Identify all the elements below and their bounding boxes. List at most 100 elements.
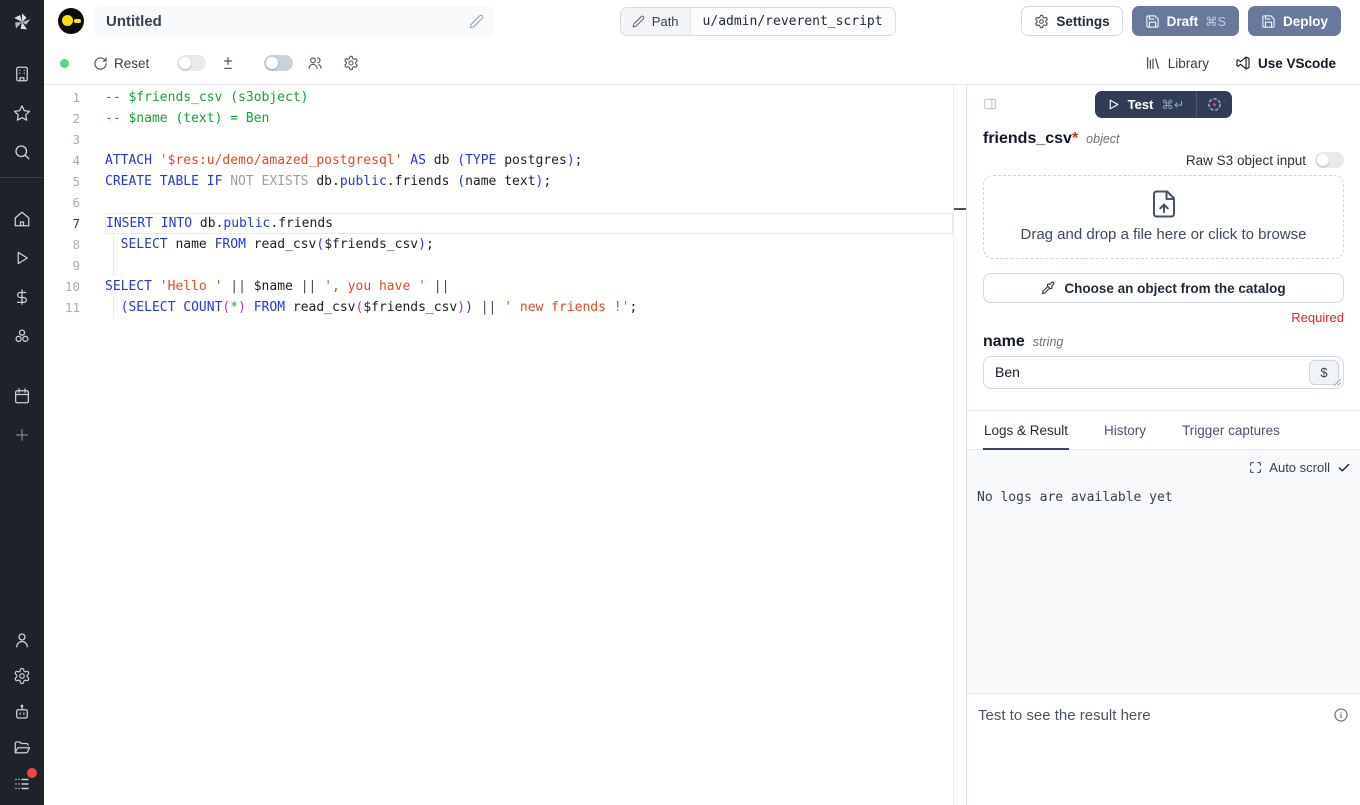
deploy-button[interactable]: Deploy — [1248, 6, 1341, 36]
code-line[interactable]: 6 — [44, 192, 966, 213]
tab-trigger-captures[interactable]: Trigger captures — [1181, 411, 1281, 450]
info-icon[interactable] — [1333, 707, 1349, 723]
resources-icon[interactable] — [13, 327, 31, 345]
tab-history[interactable]: History — [1103, 411, 1147, 450]
file-dropzone[interactable]: Drag and drop a file here or click to br… — [983, 175, 1344, 259]
raw-s3-toggle[interactable] — [1315, 152, 1344, 168]
refresh-icon — [93, 56, 108, 71]
left-sidebar — [0, 0, 44, 805]
variables-dollar-icon[interactable] — [13, 288, 31, 306]
topbar: Untitled Path u/admin/reverent_script — [44, 0, 1360, 42]
line-number: 10 — [44, 276, 80, 297]
create-plus-icon[interactable] — [13, 426, 31, 444]
save-icon — [1145, 14, 1160, 29]
line-number: 11 — [44, 297, 80, 318]
settings-gear-icon — [1034, 14, 1049, 29]
runs-play-icon[interactable] — [13, 249, 31, 267]
path-editor[interactable]: Path u/admin/reverent_script — [620, 7, 896, 36]
script-title: Untitled — [106, 13, 162, 30]
reset-button[interactable]: Reset — [93, 56, 149, 71]
line-number: 7 — [44, 213, 80, 234]
duckdb-language-icon — [58, 8, 84, 34]
code-line[interactable]: 4ATTACH '$res:u/demo/amazed_postgresql' … — [44, 150, 966, 171]
code-line[interactable]: 9 — [44, 255, 966, 276]
path-label-chip[interactable]: Path — [621, 8, 691, 35]
code-line[interactable]: 2-- $name (text) = Ben — [44, 108, 966, 129]
test-shortcut: ⌘↵ — [1161, 97, 1184, 112]
code-line[interactable]: 5CREATE TABLE IF NOT EXISTS db.public.fr… — [44, 171, 966, 192]
workspace-icon[interactable] — [13, 65, 31, 83]
test-button[interactable]: Test ⌘↵ — [1095, 91, 1233, 118]
code-line[interactable]: 8 SELECT name FROM read_csv($friends_csv… — [44, 234, 966, 255]
draft-shortcut: ⌘S — [1205, 14, 1226, 29]
line-number: 8 — [44, 234, 80, 255]
logs-empty-message: No logs are available yet — [967, 475, 1360, 520]
schedules-calendar-icon[interactable] — [13, 387, 31, 405]
search-icon[interactable] — [13, 143, 31, 161]
logs-panel: Auto scroll No logs are available yet — [967, 450, 1360, 693]
line-number: 6 — [44, 192, 80, 213]
sidebar-bottom-group — [13, 613, 31, 805]
collapse-panel-icon[interactable] — [983, 97, 997, 111]
autoscroll-label[interactable]: Auto scroll — [1269, 460, 1330, 475]
resize-handle[interactable] — [1333, 378, 1342, 387]
user-icon[interactable] — [13, 631, 31, 649]
code-editor[interactable]: 1-- $friends_csv (s3object)2-- $name (te… — [44, 85, 966, 805]
ai-bot-icon[interactable] — [13, 703, 31, 721]
audit-list-icon[interactable] — [13, 775, 31, 793]
draft-button[interactable]: Draft ⌘S — [1132, 6, 1239, 36]
script-title-input[interactable]: Untitled — [94, 6, 494, 36]
result-panel: Test to see the result here — [967, 693, 1360, 805]
tab-logs-result[interactable]: Logs & Result — [983, 411, 1069, 450]
library-icon — [1145, 55, 1161, 71]
editor-settings-gear-icon[interactable] — [343, 55, 359, 71]
editor-toolbar: Reset Library Use VScode — [44, 42, 1360, 85]
windmill-logo[interactable] — [0, 0, 44, 44]
multiplayer-toggle[interactable] — [264, 55, 293, 71]
code-line[interactable]: 7INSERT INTO db.public.friends — [44, 213, 966, 234]
path-value[interactable]: u/admin/reverent_script — [691, 8, 895, 35]
code-line[interactable]: 11 (SELECT COUNT(*) FROM read_csv($frien… — [44, 297, 966, 318]
users-icon[interactable] — [307, 55, 323, 71]
line-number: 4 — [44, 150, 80, 171]
raw-s3-toggle-label: Raw S3 object input — [1186, 153, 1306, 168]
required-hint: Required — [983, 310, 1344, 325]
cursor-position-marker — [954, 208, 966, 210]
pipette-icon — [1041, 281, 1055, 295]
use-vscode-button[interactable]: Use VScode — [1235, 55, 1336, 71]
save-icon — [1261, 14, 1276, 29]
code-line[interactable]: 3 — [44, 129, 966, 150]
path-pencil-icon — [632, 15, 645, 28]
test-panel: Test ⌘↵ friends_csv* object — [966, 85, 1360, 805]
app-window: Untitled Path u/admin/reverent_script — [0, 0, 1360, 805]
edit-title-pencil-icon[interactable] — [469, 14, 484, 29]
result-placeholder: Test to see the result here — [978, 707, 1151, 724]
code-line[interactable]: 10SELECT 'Hello ' || $name || ', you hav… — [44, 276, 966, 297]
vscode-icon — [1235, 55, 1251, 71]
expand-icon[interactable] — [1249, 461, 1262, 474]
favorites-star-icon[interactable] — [13, 104, 31, 122]
line-number: 2 — [44, 108, 80, 129]
file-upload-icon — [1149, 189, 1179, 219]
sidebar-divider — [0, 177, 44, 178]
library-button[interactable]: Library — [1145, 55, 1209, 71]
line-number: 3 — [44, 129, 80, 150]
panel-tabs: Logs & Result History Trigger captures — [967, 410, 1360, 450]
dropzone-label: Drag and drop a file here or click to br… — [1021, 226, 1307, 243]
line-number: 1 — [44, 87, 80, 108]
code-lines: 1-- $friends_csv (s3object)2-- $name (te… — [44, 87, 966, 318]
name-input[interactable]: Ben — [983, 356, 1344, 389]
diff-mode-toggle[interactable] — [177, 55, 206, 71]
capture-test-icon[interactable] — [1197, 91, 1232, 118]
home-icon[interactable] — [13, 210, 31, 228]
settings-gear-icon[interactable] — [13, 667, 31, 685]
code-line[interactable]: 1-- $friends_csv (s3object) — [44, 87, 966, 108]
editor-overview-ruler[interactable] — [953, 85, 966, 805]
required-asterisk: * — [1072, 130, 1078, 147]
folders-icon[interactable] — [13, 739, 31, 757]
line-number: 5 — [44, 171, 80, 192]
diff-plusminus-icon[interactable] — [220, 55, 236, 71]
settings-button[interactable]: Settings — [1021, 6, 1122, 36]
check-icon[interactable] — [1337, 461, 1351, 475]
choose-object-catalog-button[interactable]: Choose an object from the catalog — [983, 273, 1344, 303]
